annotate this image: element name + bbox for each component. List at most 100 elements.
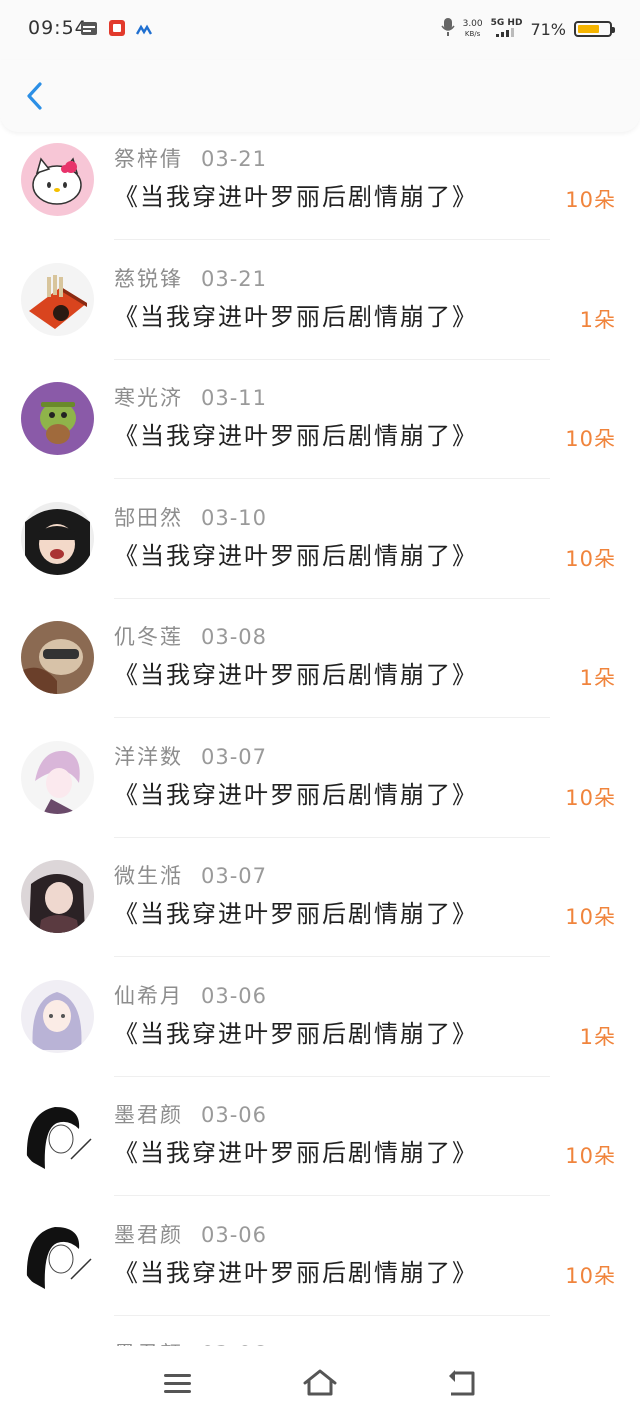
home-button[interactable] — [299, 1364, 339, 1404]
list-item[interactable]: 墨君颜03-06 — [0, 1332, 640, 1346]
list-item[interactable]: 郜田然 03-10 《当我穿进叶罗丽后剧情崩了》 10朵 — [0, 496, 640, 615]
avatar[interactable] — [21, 1218, 94, 1292]
battery-icon — [574, 21, 615, 37]
user-name: 寒光济 — [114, 386, 183, 410]
menu-icon — [164, 1374, 191, 1393]
name-line: 祭梓倩 03-21 — [114, 143, 267, 173]
list-item[interactable]: 仙希月 03-06 《当我穿进叶罗丽后剧情崩了》 1朵 — [0, 974, 640, 1093]
name-line: 墨君颜03-06 — [114, 1338, 267, 1346]
gift-amount: 10朵 — [565, 785, 616, 810]
divider — [114, 478, 550, 479]
divider — [114, 836, 550, 838]
gift-amount: 10朵 — [565, 188, 616, 212]
user-name: 慈锐锋 — [114, 266, 183, 291]
status-time: 09:54 — [28, 17, 88, 39]
mic-icon — [440, 17, 455, 41]
back-icon — [449, 1370, 475, 1396]
avatar[interactable] — [21, 621, 94, 694]
net-speed-unit: KB/s — [464, 30, 481, 38]
user-name: 洋洋数 — [114, 744, 183, 769]
gift-amount: 1朵 — [579, 666, 616, 690]
user-name: 仉冬莲 — [114, 625, 183, 649]
user-name: 墨君颜 — [114, 1103, 183, 1127]
gift-amount: 10朵 — [565, 1263, 616, 1288]
name-line: 寒光济 03-11 — [114, 382, 267, 412]
list-item[interactable]: 慈锐锋 03-21 《当我穿进叶罗丽后剧情崩了》 1朵 — [0, 257, 640, 376]
net-speed: 3.00 KB/s — [463, 19, 483, 39]
book-title: 《当我穿进叶罗丽后剧情崩了》 — [114, 780, 478, 809]
user-name: 郜田然 — [114, 505, 183, 530]
gift-amount: 1朵 — [579, 1024, 616, 1049]
user-name: 仙希月 — [114, 983, 183, 1008]
menu-button[interactable] — [158, 1364, 198, 1404]
avatar[interactable] — [21, 740, 94, 814]
date: 03-11 — [201, 386, 268, 410]
list-item[interactable]: 洋洋数 03-07 《当我穿进叶罗丽后剧情崩了》 10朵 — [0, 735, 640, 854]
system-back-button[interactable] — [443, 1364, 483, 1404]
book-title: 《当我穿进叶罗丽后剧情崩了》 — [114, 661, 478, 689]
name-line: 墨君颜 03-06 — [114, 1219, 267, 1249]
avatar[interactable] — [21, 382, 94, 455]
avatar[interactable] — [21, 143, 94, 216]
date: 03-07 — [201, 744, 268, 769]
book-title: 《当我穿进叶罗丽后剧情崩了》 — [114, 541, 478, 570]
signal-icon — [495, 28, 514, 37]
avatar[interactable] — [21, 262, 94, 336]
date: 03-06 — [201, 1222, 268, 1247]
list-item[interactable]: 墨君颜 03-06 《当我穿进叶罗丽后剧情崩了》 10朵 — [0, 1093, 640, 1212]
divider — [114, 1314, 550, 1316]
avatar[interactable] — [21, 860, 94, 933]
avatar[interactable] — [21, 1338, 94, 1346]
list-item[interactable]: 仉冬莲 03-08 《当我穿进叶罗丽后剧情崩了》 1朵 — [0, 615, 640, 734]
book-title: 《当我穿进叶罗丽后剧情崩了》 — [114, 183, 478, 211]
gift-list: 祭梓倩 03-21 《当我穿进叶罗丽后剧情崩了》 10朵 慈锐锋 03-21 《当我穿进叶罗… — [0, 132, 640, 1346]
user-name: 微生湉 — [114, 864, 183, 888]
divider — [114, 1075, 550, 1077]
back-button[interactable] — [20, 76, 52, 116]
divider — [114, 358, 550, 360]
date: 03-21 — [201, 147, 268, 171]
name-line: 仉冬莲 03-08 — [114, 621, 267, 651]
list-item[interactable]: 祭梓倩 03-21 《当我穿进叶罗丽后剧情崩了》 10朵 — [0, 137, 640, 256]
divider — [114, 597, 550, 599]
header — [0, 60, 640, 132]
status-bar: 09:54 3.00 KB/s 5G HD 71% — [0, 0, 640, 60]
gift-amount: 10朵 — [565, 1144, 616, 1168]
date: 03-08 — [201, 625, 268, 649]
wave-icon — [135, 21, 153, 40]
name-line: 洋洋数 03-07 — [114, 741, 267, 771]
divider — [114, 717, 550, 718]
home-icon — [303, 1369, 337, 1396]
gift-amount: 1朵 — [579, 307, 616, 332]
name-line: 墨君颜 03-06 — [114, 1099, 267, 1129]
book-title: 《当我穿进叶罗丽后剧情崩了》 — [114, 900, 478, 928]
book-title: 《当我穿进叶罗丽后剧情崩了》 — [114, 302, 478, 331]
date: 03-06 — [201, 1103, 268, 1127]
list-item[interactable]: 微生湉 03-07 《当我穿进叶罗丽后剧情崩了》 10朵 — [0, 854, 640, 973]
battery-tip — [612, 27, 615, 33]
book-title: 《当我穿进叶罗丽后剧情崩了》 — [114, 1019, 478, 1048]
user-name: 墨君颜 — [114, 1222, 183, 1247]
divider — [114, 956, 550, 957]
name-line: 仙希月 03-06 — [114, 980, 267, 1010]
list-item[interactable]: 寒光济 03-11 《当我穿进叶罗丽后剧情崩了》 10朵 — [0, 376, 640, 495]
divider — [114, 1195, 550, 1196]
date: 03-07 — [201, 864, 268, 888]
avatar[interactable] — [21, 1099, 94, 1172]
date: 03-10 — [201, 505, 268, 530]
book-title: 《当我穿进叶罗丽后剧情崩了》 — [114, 1258, 478, 1287]
avatar[interactable] — [21, 979, 94, 1053]
name-line: 郜田然 03-10 — [114, 502, 267, 532]
user-name: 祭梓倩 — [114, 147, 183, 171]
gift-amount: 10朵 — [565, 427, 616, 451]
list-item[interactable]: 墨君颜 03-06 《当我穿进叶罗丽后剧情崩了》 10朵 — [0, 1213, 640, 1332]
book-title: 《当我穿进叶罗丽后剧情崩了》 — [114, 422, 478, 450]
gift-amount: 10朵 — [565, 546, 616, 571]
name-line: 慈锐锋 03-21 — [114, 263, 267, 293]
navigation-bar — [0, 1346, 640, 1423]
avatar[interactable] — [21, 501, 94, 575]
network-indicator: 5G HD — [491, 18, 522, 40]
name-line: 微生湉 03-07 — [114, 860, 267, 890]
notification-icons — [80, 19, 153, 41]
date: 03-21 — [201, 266, 268, 291]
